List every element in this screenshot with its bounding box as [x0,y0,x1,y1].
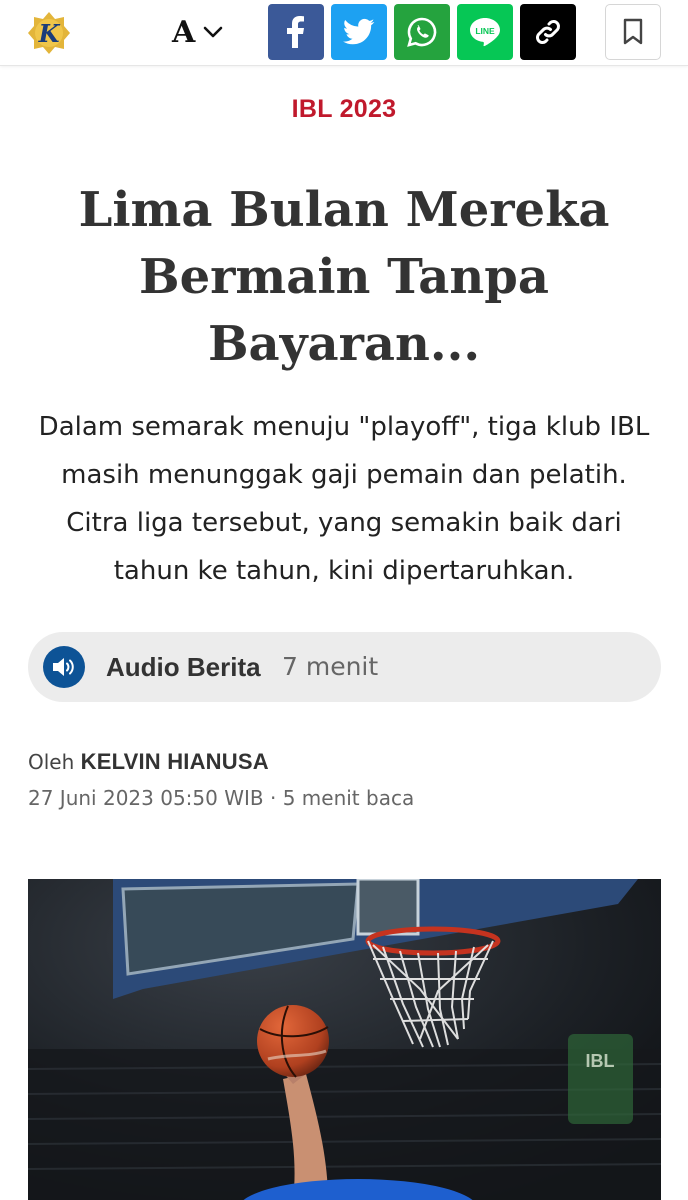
copy-link-icon [536,20,560,44]
audio-news-player[interactable]: Audio Berita 7 menit [28,632,661,702]
audio-duration: 7 menit [282,652,379,681]
article-lead: Dalam semarak menuju "playoff", tiga klu… [28,403,660,595]
twitter-icon [343,18,375,45]
read-time: 5 menit baca [282,786,415,810]
audio-play-button[interactable] [43,646,85,688]
chevron-down-icon [203,26,223,38]
speaker-icon [53,658,74,676]
top-toolbar: K A LINE [0,0,688,66]
headline-line: Bayaran... [207,316,481,372]
byline-prefix: Oleh [28,750,75,774]
article-kicker[interactable]: IBL 2023 [0,95,688,124]
headline-line: Lima Bulan Mereka [78,182,610,238]
line-icon: LINE [470,18,500,47]
font-size-button[interactable]: A [172,10,223,54]
share-whatsapp-button[interactable] [394,4,450,60]
share-line-button[interactable]: LINE [457,4,513,60]
facebook-icon [287,16,304,48]
meta-separator: · [269,786,277,810]
hero-banner-text: IBL [586,1051,615,1071]
share-facebook-button[interactable] [268,4,324,60]
headline-line: Bermain Tanpa [139,249,549,305]
copy-link-button[interactable] [520,4,576,60]
article-meta: 27 Juni 2023 05:50 WIB · 5 menit baca [28,786,414,810]
share-twitter-button[interactable] [331,4,387,60]
logo-letter: K [38,19,61,48]
line-badge-text: LINE [475,26,495,36]
bookmark-icon [623,18,643,45]
publish-timestamp: 27 Juni 2023 05:50 WIB [28,786,264,810]
whatsapp-icon [407,17,437,47]
audio-label: Audio Berita [106,652,261,682]
author-link[interactable]: KELVIN HIANUSA [81,749,269,774]
hero-image[interactable]: IBL [28,879,661,1200]
lead-line: Citra liga tersebut, yang semakin baik d… [66,508,622,538]
lead-line: masih menunggak gaji pemain dan pelatih. [61,460,627,490]
kompas-logo-icon[interactable]: K [27,11,71,55]
lead-line: tahun ke tahun, kini dipertaruhkan. [113,556,575,586]
bookmark-button[interactable] [605,4,661,60]
font-size-letter: A [172,14,196,50]
lead-line: Dalam semarak menuju "playoff", tiga klu… [38,412,650,442]
article-headline: Lima Bulan Mereka Bermain Tanpa Bayaran.… [40,177,648,378]
byline: Oleh KELVIN HIANUSA [28,749,269,775]
